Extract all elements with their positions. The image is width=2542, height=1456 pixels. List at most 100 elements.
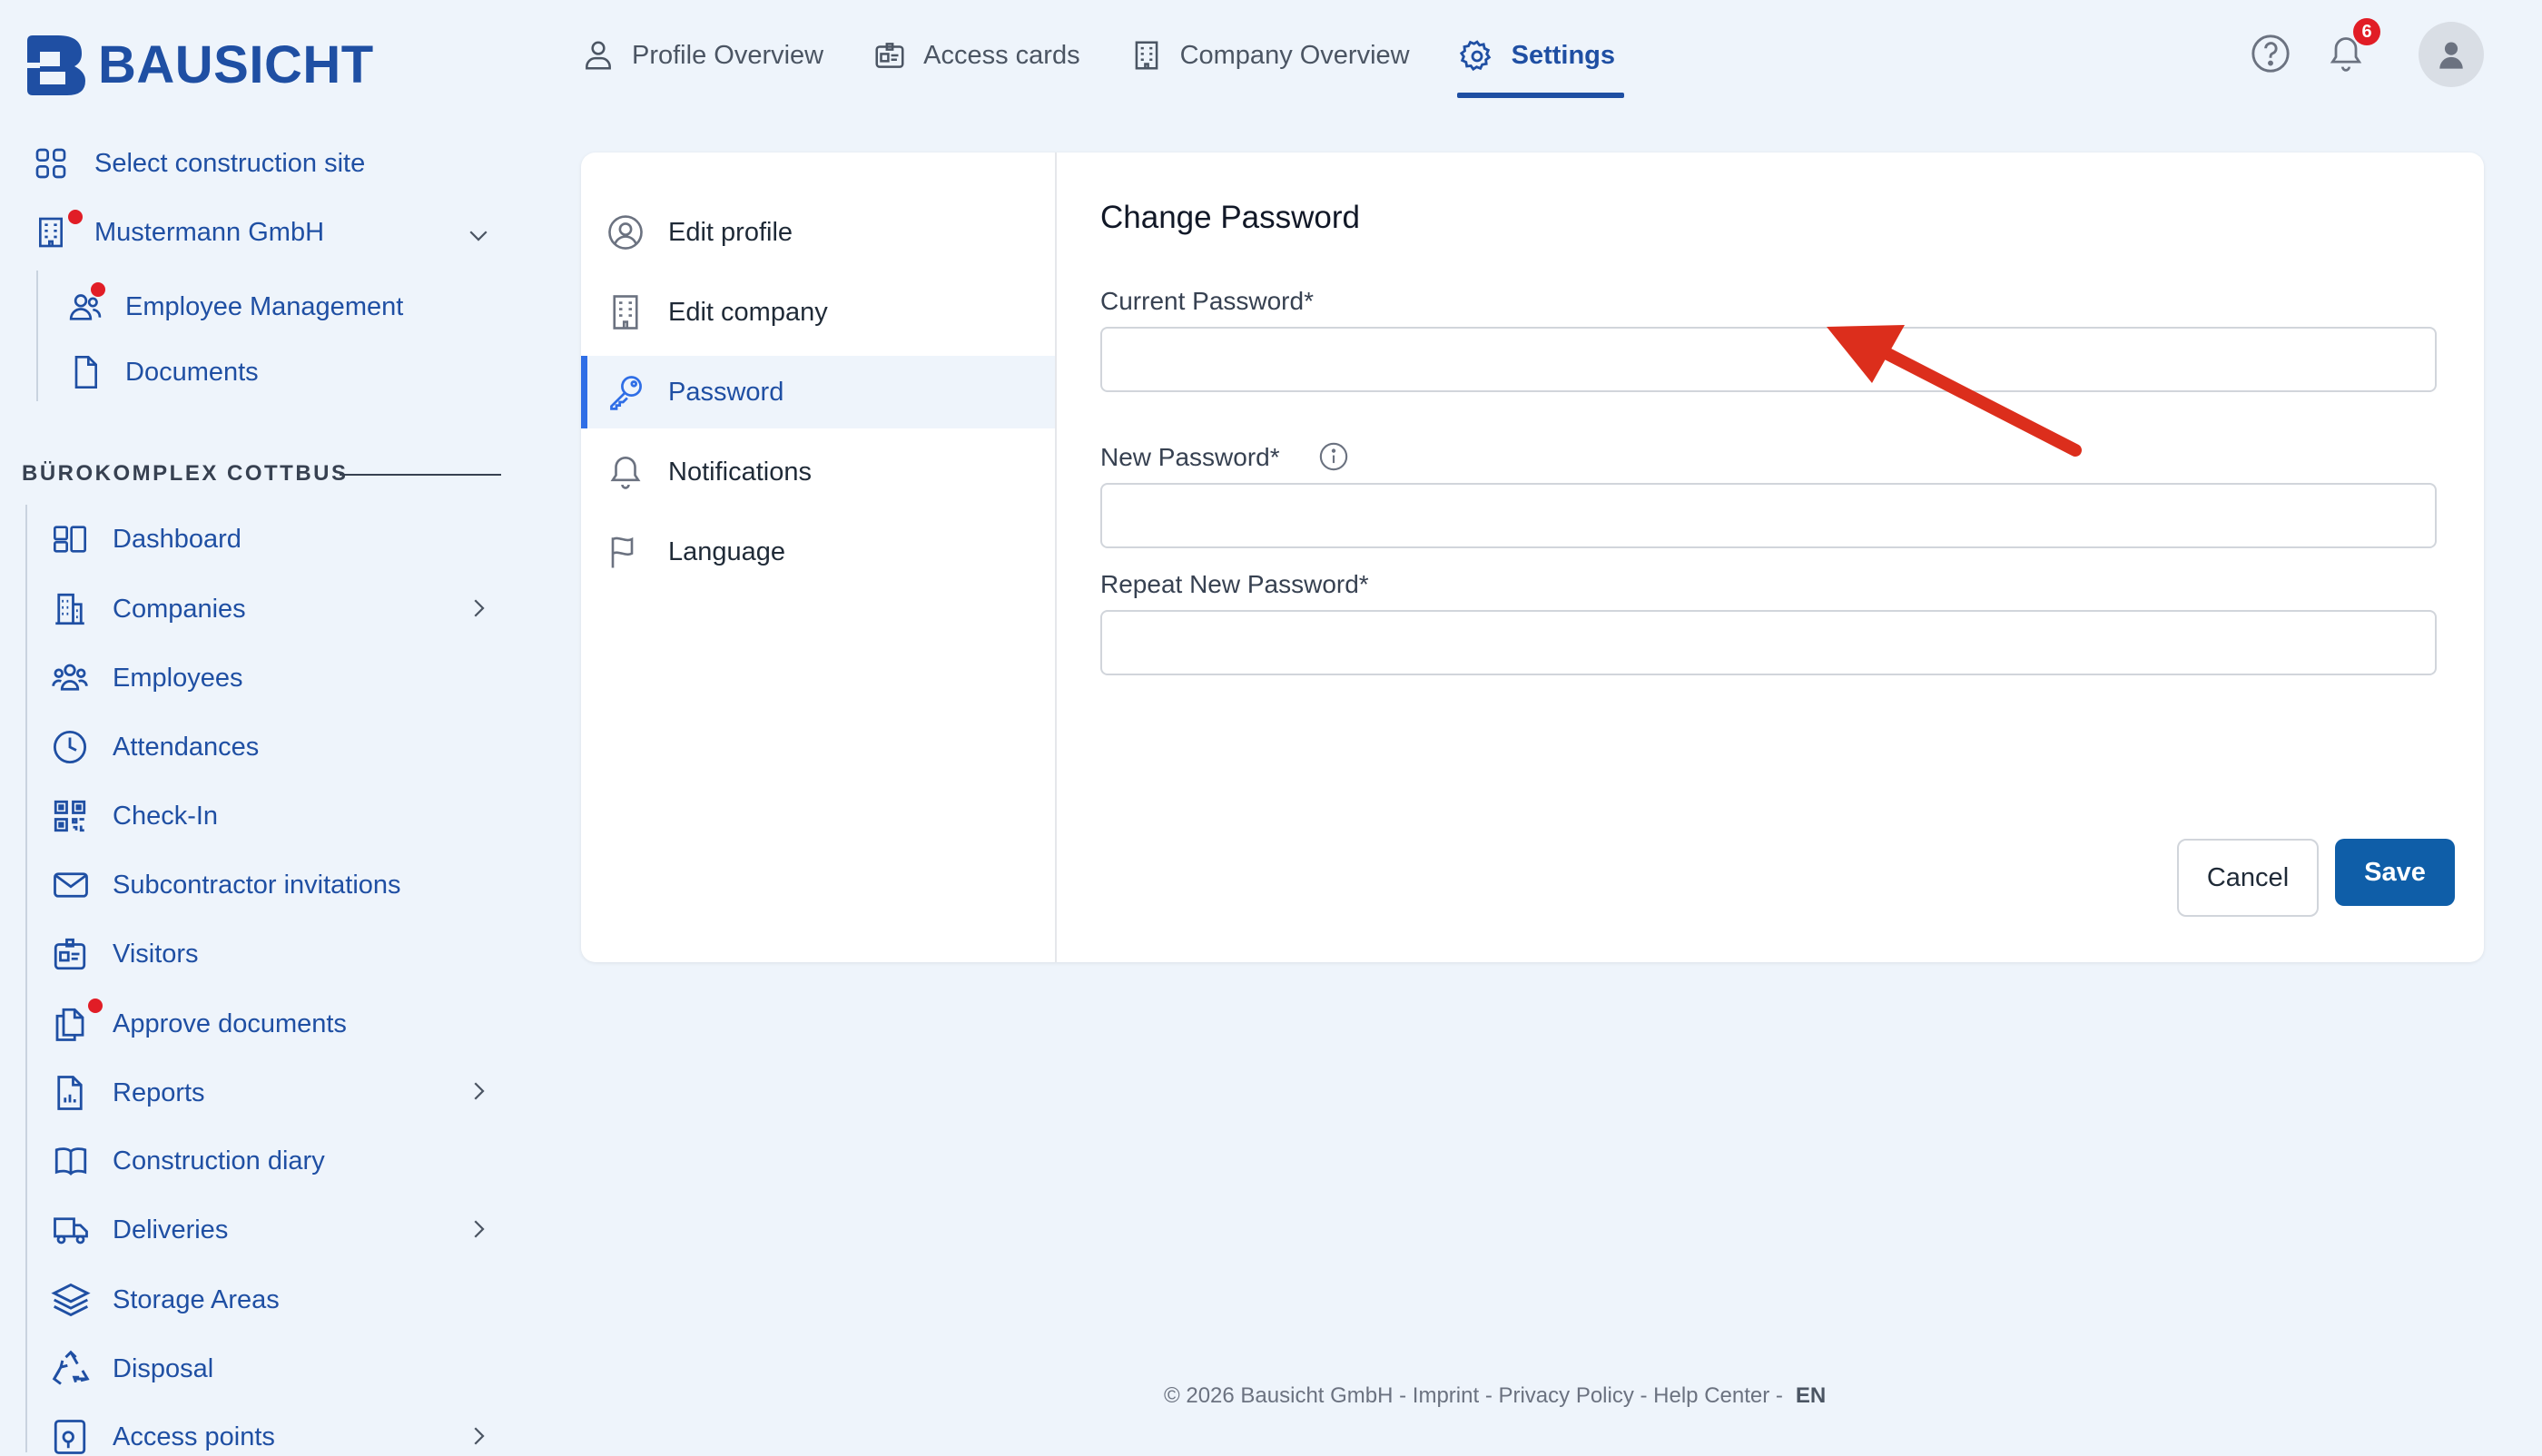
help-icon [2251,34,2290,73]
user-icon [586,41,611,70]
report-icon [57,1076,83,1110]
gear-icon [1459,40,1491,72]
avatar[interactable] [2419,22,2484,87]
sidebar-item-label: Attendances [113,732,260,762]
alert-dot [68,210,83,224]
qr-code-icon [54,800,86,832]
alert-dot [91,282,105,297]
sidebar-item-storage-areas[interactable]: Storage Areas [51,1280,280,1320]
tab-company-overview[interactable]: Company Overview [1129,33,1410,98]
repeat-password-field[interactable] [1100,610,2437,675]
annotation-arrow [1827,325,2082,457]
bausicht-logo-icon [27,34,85,95]
sidebar-item-label: Disposal [113,1353,214,1383]
footer: © 2026 Bausicht GmbH - Imprint - Privacy… [1164,1383,1826,1409]
company-name: Mustermann GmbH [94,217,325,247]
divider [1055,152,1057,962]
app-name: BAUSICHT [98,35,374,94]
cancel-button[interactable]: Cancel [2177,839,2319,917]
document-icon [74,356,97,389]
sidebar-item-label: Visitors [113,939,199,969]
chevron-right-icon[interactable] [465,595,492,622]
current-password-field[interactable] [1100,327,2437,392]
sidebar-item-access-points[interactable]: Access points [51,1418,275,1456]
settings-menu-language[interactable]: Language [581,516,1055,588]
truck-icon [54,1217,88,1244]
form-title: Change Password [1100,200,1360,235]
flag-icon [611,536,634,568]
sidebar-item-visitors[interactable]: Visitors [51,935,199,973]
settings-menu-notifications[interactable]: Notifications [581,436,1055,508]
save-button[interactable]: Save [2335,839,2455,906]
access-point-icon [54,1420,86,1454]
sidebar-item-label: Documents [125,357,259,387]
sidebar-item-construction-diary[interactable]: Construction diary [51,1142,325,1180]
settings-menu-edit-profile[interactable]: Edit profile [581,196,1055,269]
tree-line [25,505,27,1452]
menu-label: Edit company [668,297,828,327]
new-password-field[interactable] [1100,483,2437,548]
dashboard-icon [54,526,86,553]
menu-label: Notifications [668,457,812,487]
menu-label: Password [668,377,784,407]
settings-menu-password[interactable]: Password [581,356,1055,428]
chevron-right-icon[interactable] [465,1215,492,1243]
key-icon [610,376,642,410]
building-icon [39,217,63,248]
chevron-right-icon[interactable] [465,1077,492,1105]
building-icon [55,593,84,625]
sidebar-item-label: Access points [113,1422,275,1451]
menu-label: Edit profile [668,217,793,247]
info-icon[interactable] [1318,441,1349,472]
sidebar-item-label: Construction diary [113,1146,325,1176]
sidebar-item-label: Subcontractor invitations [113,870,401,900]
visitor-card-icon [54,938,86,970]
sidebar-item-disposal[interactable]: Disposal [51,1349,213,1389]
settings-menu-edit-company[interactable]: Edit company [581,276,1055,349]
sidebar-item-label: Reports [113,1077,205,1107]
sidebar-item-label: Companies [113,594,246,624]
building-icon [613,295,638,330]
sidebar-item-subcontractor-invitations[interactable]: Subcontractor invitations [51,866,401,904]
clock-icon [53,730,87,764]
top-navigation: Profile Overview Access cards Company Ov… [581,33,1664,98]
sidebar-item-documents[interactable]: Documents [67,354,259,390]
sidebar-item-companies[interactable]: Companies [51,590,246,628]
tree-line [36,271,38,401]
bell-icon [610,457,641,489]
tab-label: Access cards [923,41,1080,70]
select-construction-site[interactable]: Select construction site [33,145,365,182]
sidebar-item-reports[interactable]: Reports [51,1073,205,1113]
sidebar-item-employees[interactable]: Employees [51,659,242,697]
footer-links[interactable]: © 2026 Bausicht GmbH - Imprint - Privacy… [1164,1383,1783,1408]
sidebar-item-employee-management[interactable]: Employee Management [67,289,403,325]
sidebar-item-label: Employee Management [125,291,404,321]
sidebar-item-label: Deliveries [113,1215,229,1244]
chevron-right-icon[interactable] [465,1422,492,1450]
chevron-down-icon[interactable] [465,221,492,249]
tab-settings[interactable]: Settings [1456,33,1625,98]
layers-icon [51,1283,91,1317]
tab-label: Profile Overview [632,41,824,70]
users-icon [52,664,88,691]
user-circle-icon [608,215,643,250]
recycle-icon [52,1350,90,1385]
tab-profile-overview[interactable]: Profile Overview [581,33,823,98]
select-site-label: Select construction site [94,148,366,178]
grid-icon [35,148,66,179]
current-password-label: Current Password* [1100,287,1314,315]
sidebar-item-check-in[interactable]: Check-In [51,797,218,835]
help-button[interactable] [2250,33,2291,74]
user-avatar-icon [2439,42,2463,69]
language-switch[interactable]: EN [1796,1383,1826,1408]
sidebar-item-attendances[interactable]: Attendances [51,728,259,766]
tab-label: Company Overview [1179,41,1410,70]
sidebar-item-dashboard[interactable]: Dashboard [51,521,241,557]
app-logo[interactable]: BAUSICHT [27,34,374,95]
settings-card: Edit profile Edit company Password Notif… [581,152,2484,962]
company-selector[interactable]: Mustermann GmbH [33,214,496,251]
sidebar-item-label: Storage Areas [113,1284,280,1314]
tab-access-cards[interactable]: Access cards [872,33,1080,98]
repeat-password-label: Repeat New Password* [1100,570,1369,598]
sidebar-item-deliveries[interactable]: Deliveries [51,1211,228,1249]
